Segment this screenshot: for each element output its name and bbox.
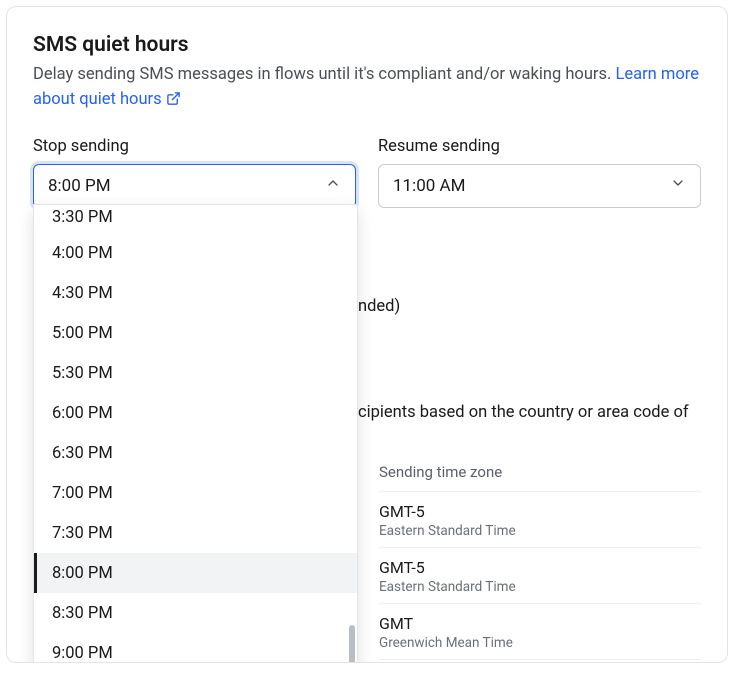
chevron-up-icon <box>325 175 341 196</box>
dropdown-scrollbar[interactable] <box>347 205 355 663</box>
time-option[interactable]: 4:30 PM <box>34 273 357 313</box>
time-option[interactable]: 7:00 PM <box>34 473 357 513</box>
timezone-row: GMT-5 Eastern Standard Time <box>379 548 701 604</box>
external-link-icon <box>166 90 181 115</box>
time-option-selected[interactable]: 8:00 PM <box>34 553 357 593</box>
chevron-down-icon <box>670 175 686 196</box>
time-option[interactable]: 9:00 PM <box>34 633 357 663</box>
quiet-hours-card: SMS quiet hours Delay sending SMS messag… <box>6 6 728 663</box>
timezone-code: GMT-5 <box>379 502 701 521</box>
stop-sending-label: Stop sending <box>33 137 356 156</box>
timezone-row: GMT Greenwich Mean Time <box>379 604 701 660</box>
stop-sending-value: 8:00 PM <box>48 176 111 196</box>
section-description: Delay sending SMS messages in flows unti… <box>33 63 701 115</box>
time-option[interactable]: 6:30 PM <box>34 433 357 473</box>
time-option[interactable]: 8:30 PM <box>34 593 357 633</box>
timezone-code: GMT <box>379 614 701 633</box>
time-option[interactable]: 5:30 PM <box>34 353 357 393</box>
time-option[interactable]: 6:00 PM <box>34 393 357 433</box>
stop-sending-dropdown: 3:30 PM 4:00 PM 4:30 PM 5:00 PM 5:30 PM … <box>33 204 358 663</box>
resume-sending-label: Resume sending <box>378 137 701 156</box>
time-range-row: Stop sending 8:00 PM Resume sending 11:0… <box>33 137 701 208</box>
time-option[interactable]: 3:30 PM <box>34 205 357 233</box>
time-option[interactable]: 7:30 PM <box>34 513 357 553</box>
stop-sending-select[interactable]: 8:00 PM <box>33 164 356 208</box>
resume-sending-field: Resume sending 11:00 AM <box>378 137 701 208</box>
timezone-row: GMT+11 <box>379 660 701 663</box>
timezone-explainer-fragment: cipients based on the country or area co… <box>358 403 689 422</box>
time-option[interactable]: 5:00 PM <box>34 313 357 353</box>
stop-sending-field: Stop sending 8:00 PM <box>33 137 356 208</box>
dropdown-listbox[interactable]: 3:30 PM 4:00 PM 4:30 PM 5:00 PM 5:30 PM … <box>34 205 357 663</box>
timezone-name: Eastern Standard Time <box>379 523 701 539</box>
timezone-column-header: Sending time zone <box>379 463 701 492</box>
description-text: Delay sending SMS messages in flows unti… <box>33 65 615 84</box>
time-option[interactable]: 4:00 PM <box>34 233 357 273</box>
timezone-row: GMT-5 Eastern Standard Time <box>379 492 701 548</box>
timezone-table: Sending time zone GMT-5 Eastern Standard… <box>379 463 701 663</box>
resume-sending-select[interactable]: 11:00 AM <box>378 164 701 208</box>
section-title: SMS quiet hours <box>33 33 701 57</box>
resume-sending-value: 11:00 AM <box>393 176 465 196</box>
timezone-name: Greenwich Mean Time <box>379 635 701 651</box>
recommended-text-fragment: nded) <box>358 297 400 316</box>
scrollbar-thumb[interactable] <box>349 625 355 663</box>
timezone-code: GMT-5 <box>379 558 701 577</box>
timezone-name: Eastern Standard Time <box>379 579 701 595</box>
